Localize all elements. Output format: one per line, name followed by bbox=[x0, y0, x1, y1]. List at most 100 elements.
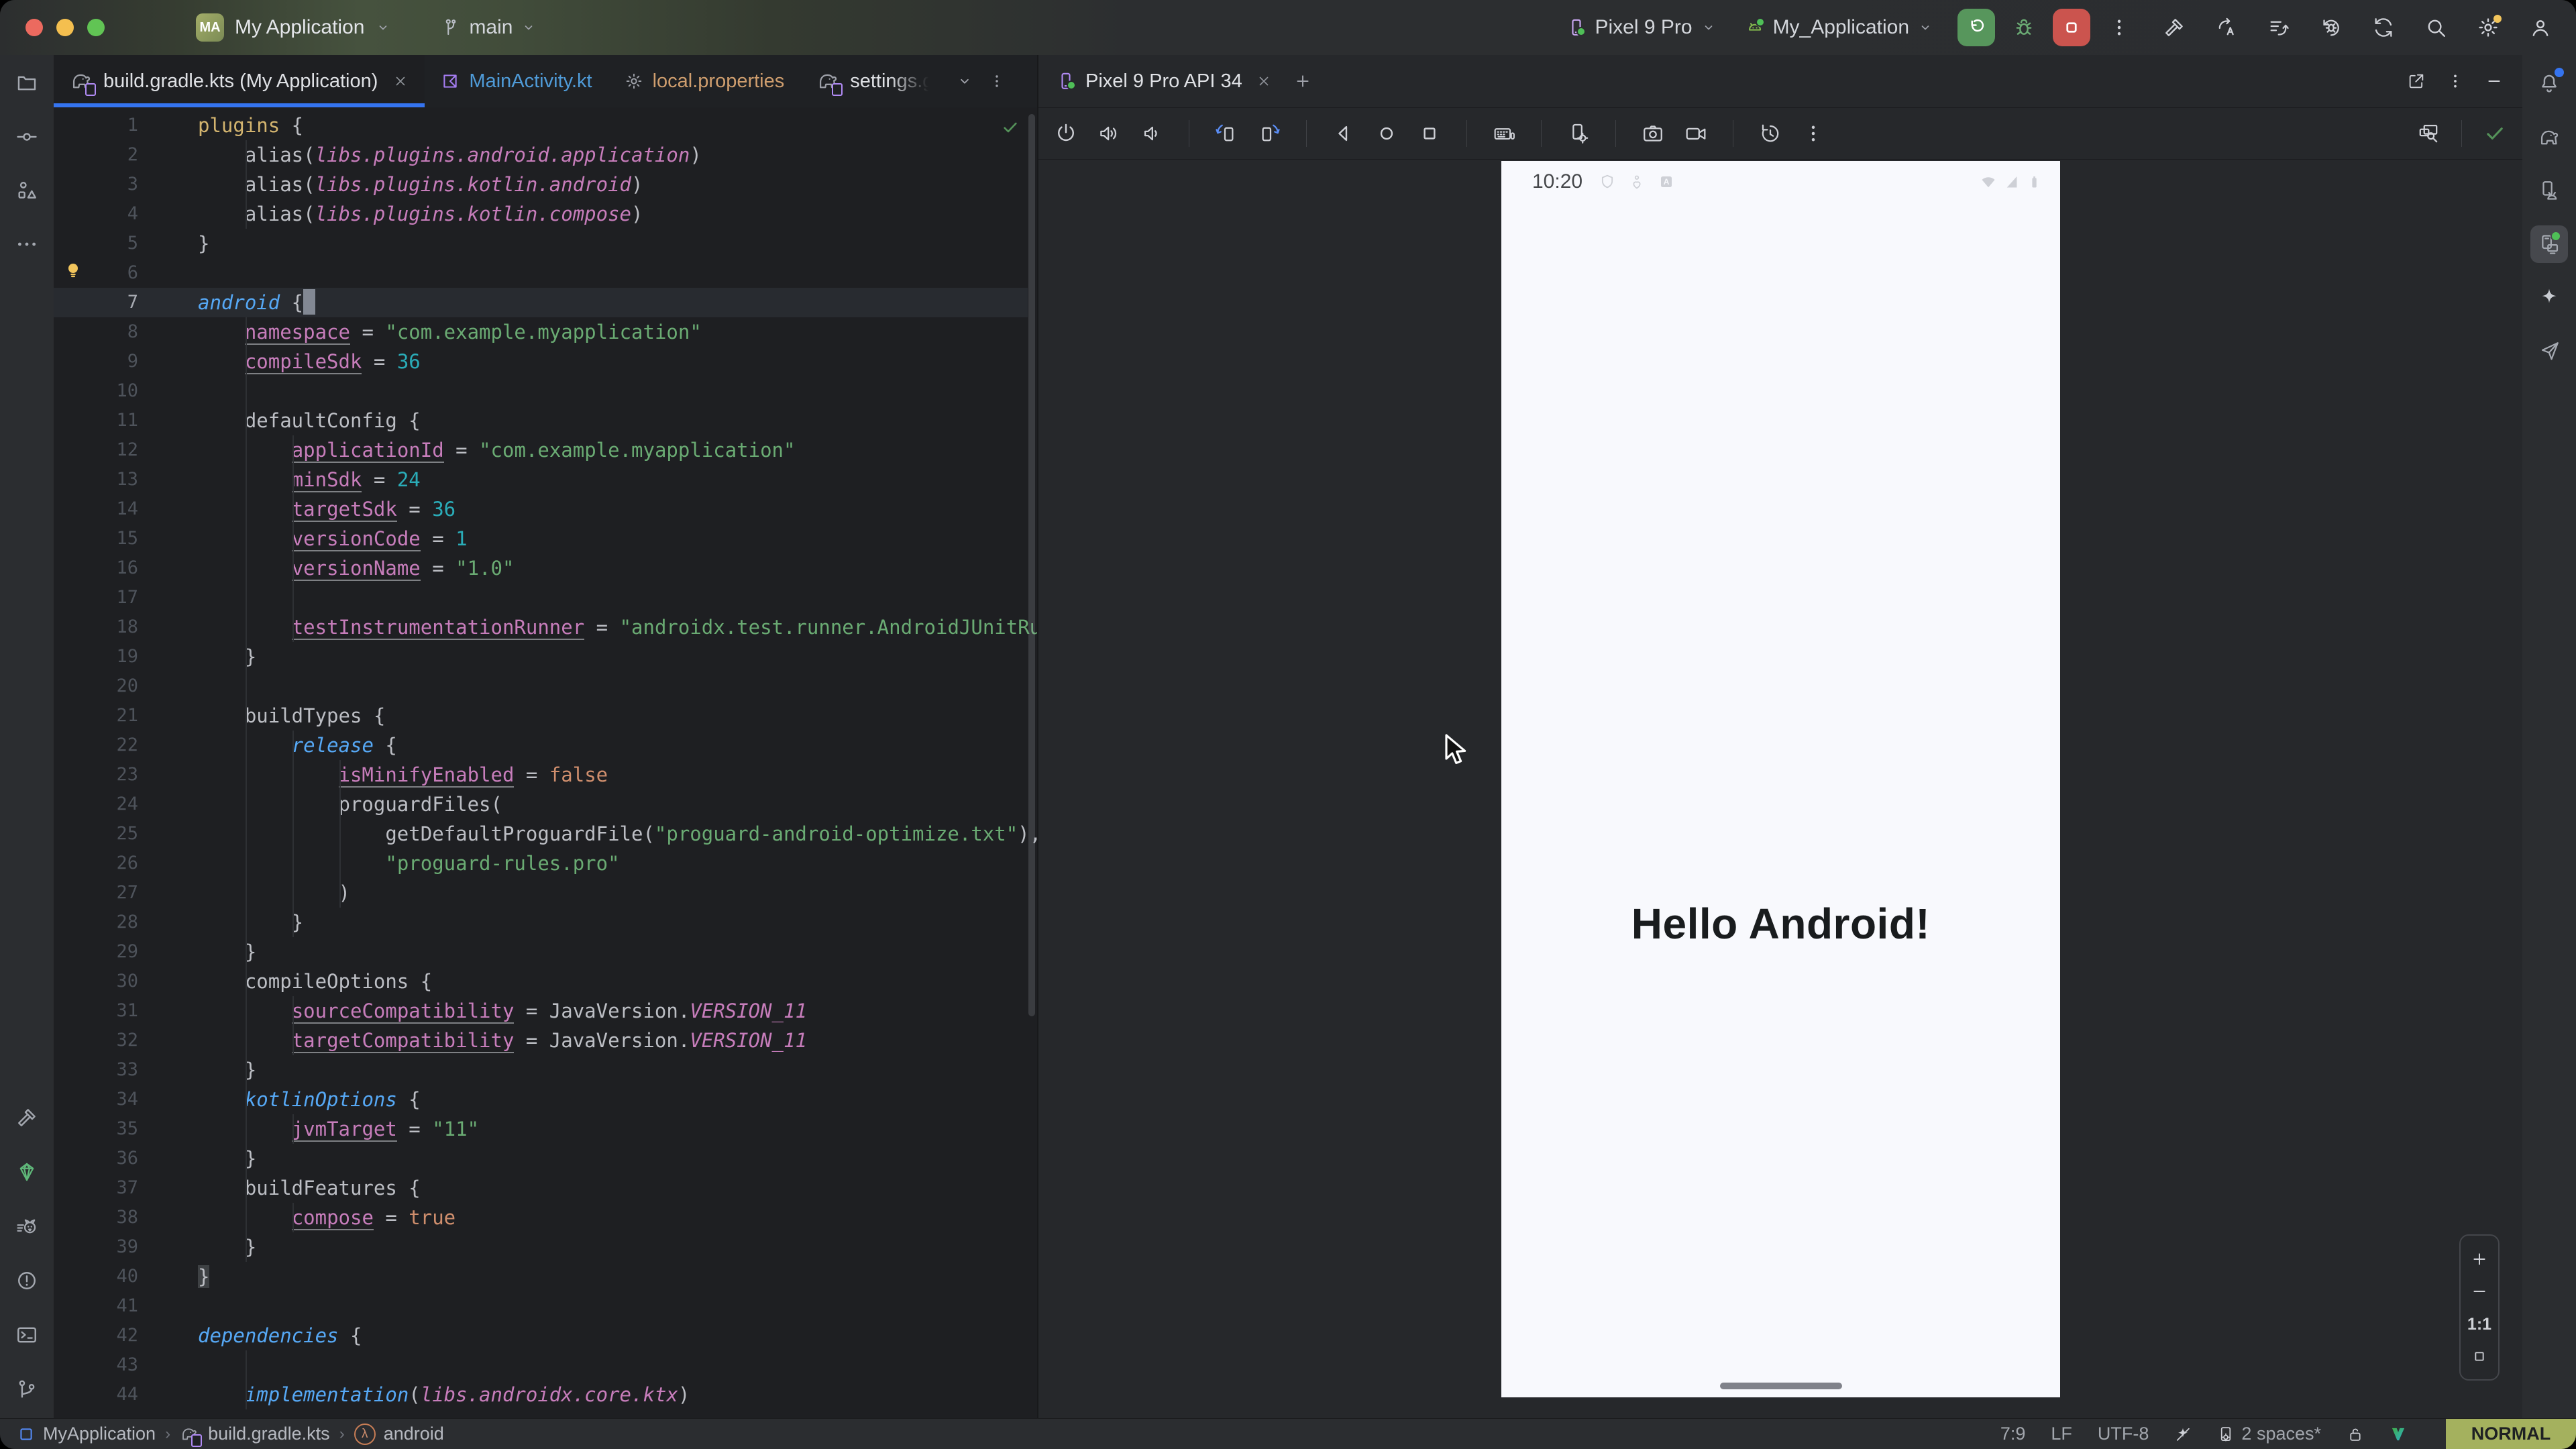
zoom-out-button[interactable] bbox=[2470, 1282, 2489, 1301]
vim-plugin-icon[interactable] bbox=[2390, 1426, 2407, 1443]
gradle-tool-button[interactable] bbox=[2530, 118, 2568, 156]
more-tools-button[interactable] bbox=[8, 225, 46, 263]
zoom-window-button[interactable] bbox=[87, 19, 105, 36]
settings-button[interactable] bbox=[2477, 16, 2500, 39]
rotate-left-button[interactable] bbox=[1215, 122, 1238, 145]
structure-tool-button[interactable] bbox=[8, 172, 46, 209]
emulator-more-kebab-icon[interactable] bbox=[1802, 122, 1825, 145]
code-editor[interactable]: 1234567891011121314151617181920212223242… bbox=[54, 107, 1037, 1419]
module-icon bbox=[17, 1426, 35, 1443]
sync-gradle-button[interactable] bbox=[2372, 16, 2395, 39]
device-screen[interactable]: 10:20 Hello Android! bbox=[1501, 161, 2060, 1397]
vim-mode-badge[interactable]: NORMAL bbox=[2446, 1419, 2576, 1449]
minimize-window-button[interactable] bbox=[56, 19, 74, 36]
intention-bulb-icon[interactable] bbox=[63, 260, 83, 280]
account-button[interactable] bbox=[2529, 16, 2552, 39]
device-tab[interactable]: Pixel 9 Pro API 34 bbox=[1052, 70, 1276, 93]
editor-scrollbar[interactable] bbox=[1028, 114, 1035, 1016]
run-configuration-selector[interactable]: My_Application bbox=[1745, 16, 1933, 39]
gradle-file-icon bbox=[70, 69, 94, 93]
zoom-in-button[interactable] bbox=[2470, 1250, 2489, 1269]
build-hammer-button[interactable] bbox=[2163, 16, 2186, 39]
project-widget[interactable]: MA My Application bbox=[196, 13, 391, 42]
tab-local-properties[interactable]: local.properties bbox=[608, 55, 801, 107]
gesture-navigation-handle[interactable] bbox=[1720, 1383, 1842, 1389]
gradle-file-icon bbox=[180, 1424, 200, 1444]
line-separator[interactable]: LF bbox=[2051, 1424, 2072, 1444]
tab-options-kebab-icon[interactable] bbox=[988, 55, 1006, 107]
breadcrumb-element[interactable]: android bbox=[384, 1424, 444, 1444]
problems-tool-button[interactable] bbox=[8, 1262, 46, 1299]
commit-tool-button[interactable] bbox=[8, 118, 46, 156]
notifications-button[interactable] bbox=[2530, 64, 2568, 102]
gemini-tool-button[interactable] bbox=[2530, 279, 2568, 317]
hidden-tabs-chevron-icon[interactable] bbox=[956, 55, 973, 107]
open-in-window-icon[interactable] bbox=[2407, 72, 2426, 91]
editor-gutter: 1234567891011121314151617181920212223242… bbox=[54, 111, 154, 1409]
zoom-mode-button[interactable] bbox=[2417, 122, 2440, 145]
ai-assistant-disabled-icon[interactable] bbox=[2174, 1426, 2192, 1443]
device-status-bar: 10:20 bbox=[1501, 161, 2060, 193]
rotate-right-button[interactable] bbox=[1258, 122, 1281, 145]
device-settings-button[interactable] bbox=[1567, 122, 1590, 145]
chevron-down-icon bbox=[1917, 19, 1933, 36]
status-bar: MyApplication › build.gradle.kts › λ and… bbox=[0, 1418, 2576, 1449]
breadcrumb-file[interactable]: build.gradle.kts bbox=[208, 1424, 330, 1444]
tab-mainactivity-kt[interactable]: MainActivity.kt bbox=[425, 55, 608, 107]
editor-tab-bar: build.gradle.kts (My Application) MainAc… bbox=[54, 55, 1037, 108]
kotlin-file-icon bbox=[441, 72, 460, 91]
add-device-tab-icon[interactable] bbox=[1293, 72, 1312, 91]
close-device-tab-icon[interactable] bbox=[1256, 73, 1272, 89]
caret-position[interactable]: 7:9 bbox=[2000, 1424, 2026, 1444]
device-display-area: 10:20 Hello Android! 1:1 bbox=[1038, 160, 2522, 1419]
device-selector[interactable]: Pixel 9 Pro bbox=[1566, 16, 1716, 39]
inspections-ok-icon[interactable] bbox=[1001, 118, 1020, 137]
tab-build-gradle-kts[interactable]: build.gradle.kts (My Application) bbox=[54, 55, 425, 107]
hardware-input-button[interactable] bbox=[1493, 122, 1515, 145]
shield-status-icon bbox=[1599, 173, 1616, 191]
running-devices-panel: Pixel 9 Pro API 34 bbox=[1037, 55, 2522, 1419]
rerun-button[interactable] bbox=[1957, 9, 1995, 46]
project-tool-button[interactable] bbox=[8, 64, 46, 102]
stop-button[interactable] bbox=[2053, 9, 2090, 46]
build-tool-button[interactable] bbox=[8, 1099, 46, 1136]
close-tab-icon[interactable] bbox=[392, 73, 409, 89]
attach-debugger-button[interactable] bbox=[2320, 16, 2343, 39]
gem-tool-button[interactable] bbox=[8, 1153, 46, 1191]
breadcrumb-project[interactable]: MyApplication bbox=[43, 1424, 156, 1444]
panel-options-kebab-icon[interactable] bbox=[2446, 72, 2465, 91]
more-run-actions-button[interactable] bbox=[2108, 16, 2131, 39]
volume-up-button[interactable] bbox=[1097, 122, 1120, 145]
apply-changes-button[interactable] bbox=[2215, 16, 2238, 39]
screen-record-button[interactable] bbox=[1684, 122, 1707, 145]
close-window-button[interactable] bbox=[25, 19, 43, 36]
tab-label: settings.g bbox=[850, 70, 933, 93]
tab-settings-gradle[interactable]: settings.g bbox=[800, 55, 949, 107]
vcs-branch-widget[interactable]: main bbox=[441, 16, 537, 39]
zoom-actual-size-button[interactable]: 1:1 bbox=[2467, 1315, 2491, 1334]
overview-button[interactable] bbox=[1418, 122, 1441, 145]
reset-button[interactable] bbox=[1759, 122, 1782, 145]
app-insights-tool-button[interactable] bbox=[2530, 333, 2568, 370]
debug-button[interactable] bbox=[2012, 16, 2035, 39]
unlock-icon[interactable] bbox=[2347, 1426, 2364, 1443]
terminal-tool-button[interactable] bbox=[8, 1316, 46, 1354]
volume-down-button[interactable] bbox=[1140, 122, 1163, 145]
indent-widget[interactable]: 2 spaces* bbox=[2217, 1424, 2321, 1444]
screenshot-button[interactable] bbox=[1642, 122, 1664, 145]
file-encoding[interactable]: UTF-8 bbox=[2098, 1424, 2149, 1444]
battery-icon bbox=[2025, 173, 2043, 191]
device-manager-tool-button[interactable] bbox=[2530, 172, 2568, 209]
back-button[interactable] bbox=[1332, 122, 1355, 145]
chevron-down-icon bbox=[375, 19, 391, 36]
search-everywhere-button[interactable] bbox=[2424, 16, 2447, 39]
tab-label: local.properties bbox=[653, 70, 785, 93]
power-button[interactable] bbox=[1055, 122, 1077, 145]
running-devices-tool-button[interactable] bbox=[2530, 225, 2568, 263]
home-button[interactable] bbox=[1375, 122, 1398, 145]
apply-code-changes-button[interactable] bbox=[2267, 16, 2290, 39]
logcat-tool-button[interactable] bbox=[8, 1208, 46, 1245]
version-control-tool-button[interactable] bbox=[8, 1371, 46, 1408]
zoom-fit-button[interactable] bbox=[2471, 1348, 2488, 1365]
hide-panel-icon[interactable] bbox=[2485, 72, 2504, 91]
